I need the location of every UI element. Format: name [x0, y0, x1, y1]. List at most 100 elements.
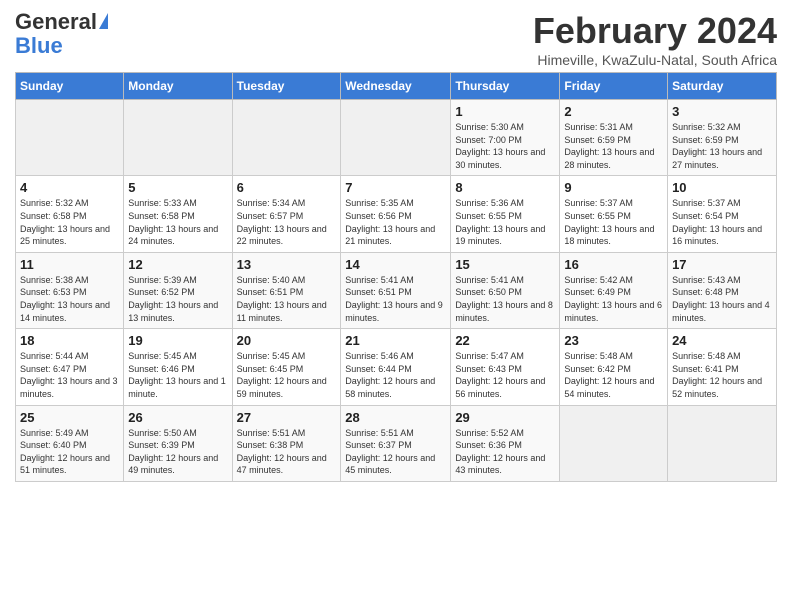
- logo: General Blue: [15, 10, 108, 58]
- calendar-cell: 19Sunrise: 5:45 AM Sunset: 6:46 PM Dayli…: [124, 329, 232, 405]
- calendar-cell: 27 Sunrise: 5:51 AM Sunset: 6:38 PM Dayli…: [232, 405, 341, 481]
- days-header-row: SundayMondayTuesdayWednesdayThursdayFrid…: [16, 73, 777, 100]
- day-info: Sunrise: 5:49 AM Sunset: 6:40 PM Dayligh…: [20, 427, 119, 477]
- day-info: Sunrise: 5:36 AM Sunset: 6:55 PM Dayligh…: [455, 197, 555, 247]
- day-header-wednesday: Wednesday: [341, 73, 451, 100]
- day-number: 9: [564, 180, 663, 195]
- calendar-cell: 12 Sunrise: 5:39 AM Sunset: 6:52 PM Dayli…: [124, 252, 232, 328]
- day-number: 29: [455, 410, 555, 425]
- header: General Blue February 2024 Himeville, Kw…: [15, 10, 777, 68]
- calendar-cell: 11 Sunrise: 5:38 AM Sunset: 6:53 PM Dayli…: [16, 252, 124, 328]
- calendar-cell: 6Sunrise: 5:34 AM Sunset: 6:57 PM Daylig…: [232, 176, 341, 252]
- day-header-monday: Monday: [124, 73, 232, 100]
- day-info: Sunrise: 5:32 AM Sunset: 6:58 PM Dayligh…: [20, 197, 119, 247]
- calendar-cell: [124, 100, 232, 176]
- calendar-cell: 25 Sunrise: 5:49 AM Sunset: 6:40 PM Dayli…: [16, 405, 124, 481]
- calendar-cell: 5Sunrise: 5:33 AM Sunset: 6:58 PM Daylig…: [124, 176, 232, 252]
- day-number: 27: [237, 410, 337, 425]
- day-info: Sunrise: 5:47 AM Sunset: 6:43 PM Dayligh…: [455, 350, 555, 400]
- day-info: Sunrise: 5:48 AM Sunset: 6:41 PM Dayligh…: [672, 350, 772, 400]
- calendar-cell: 21Sunrise: 5:46 AM Sunset: 6:44 PM Dayli…: [341, 329, 451, 405]
- day-info: Sunrise: 5:35 AM Sunset: 6:56 PM Dayligh…: [345, 197, 446, 247]
- calendar-cell: 13 Sunrise: 5:40 AM Sunset: 6:51 PM Dayli…: [232, 252, 341, 328]
- day-number: 20: [237, 333, 337, 348]
- calendar-cell: [668, 405, 777, 481]
- day-number: 15: [455, 257, 555, 272]
- calendar-cell: 20 Sunrise: 5:45 AM Sunset: 6:45 PM Dayli…: [232, 329, 341, 405]
- calendar-cell: 23 Sunrise: 5:48 AM Sunset: 6:42 PM Dayli…: [560, 329, 668, 405]
- logo-triangle-icon: [99, 13, 108, 29]
- calendar-cell: 15 Sunrise: 5:41 AM Sunset: 6:50 PM Dayli…: [451, 252, 560, 328]
- day-info: Sunrise: 5:37 AM Sunset: 6:55 PM Dayligh…: [564, 197, 663, 247]
- logo-blue-text: Blue: [15, 34, 63, 58]
- day-info: Sunrise: 5:30 AM Sunset: 7:00 PM Dayligh…: [455, 121, 555, 171]
- day-header-thursday: Thursday: [451, 73, 560, 100]
- week-row-1: 1Sunrise: 5:30 AM Sunset: 7:00 PM Daylig…: [16, 100, 777, 176]
- day-number: 4: [20, 180, 119, 195]
- day-info: Sunrise: 5:34 AM Sunset: 6:57 PM Dayligh…: [237, 197, 337, 247]
- calendar-cell: 22 Sunrise: 5:47 AM Sunset: 6:43 PM Dayli…: [451, 329, 560, 405]
- day-info: Sunrise: 5:45 AM Sunset: 6:45 PM Dayligh…: [237, 350, 337, 400]
- day-info: Sunrise: 5:45 AM Sunset: 6:46 PM Dayligh…: [128, 350, 227, 400]
- calendar-cell: 28Sunrise: 5:51 AM Sunset: 6:37 PM Dayli…: [341, 405, 451, 481]
- day-info: Sunrise: 5:41 AM Sunset: 6:51 PM Dayligh…: [345, 274, 446, 324]
- day-info: Sunrise: 5:48 AM Sunset: 6:42 PM Dayligh…: [564, 350, 663, 400]
- day-number: 23: [564, 333, 663, 348]
- location: Himeville, KwaZulu-Natal, South Africa: [533, 52, 777, 68]
- week-row-5: 25 Sunrise: 5:49 AM Sunset: 6:40 PM Dayli…: [16, 405, 777, 481]
- day-number: 10: [672, 180, 772, 195]
- day-info: Sunrise: 5:44 AM Sunset: 6:47 PM Dayligh…: [20, 350, 119, 400]
- calendar-cell: 18Sunrise: 5:44 AM Sunset: 6:47 PM Dayli…: [16, 329, 124, 405]
- week-row-3: 11 Sunrise: 5:38 AM Sunset: 6:53 PM Dayli…: [16, 252, 777, 328]
- day-number: 2: [564, 104, 663, 119]
- day-info: Sunrise: 5:52 AM Sunset: 6:36 PM Dayligh…: [455, 427, 555, 477]
- week-row-2: 4 Sunrise: 5:32 AM Sunset: 6:58 PM Daylig…: [16, 176, 777, 252]
- calendar-cell: 26 Sunrise: 5:50 AM Sunset: 6:39 PM Dayli…: [124, 405, 232, 481]
- calendar-cell: [232, 100, 341, 176]
- month-title: February 2024: [533, 10, 777, 52]
- calendar-cell: 10 Sunrise: 5:37 AM Sunset: 6:54 PM Dayli…: [668, 176, 777, 252]
- calendar-cell: 9 Sunrise: 5:37 AM Sunset: 6:55 PM Daylig…: [560, 176, 668, 252]
- calendar-cell: 8 Sunrise: 5:36 AM Sunset: 6:55 PM Daylig…: [451, 176, 560, 252]
- calendar-table: SundayMondayTuesdayWednesdayThursdayFrid…: [15, 72, 777, 482]
- day-header-tuesday: Tuesday: [232, 73, 341, 100]
- title-block: February 2024 Himeville, KwaZulu-Natal, …: [533, 10, 777, 68]
- day-number: 8: [455, 180, 555, 195]
- page-container: General Blue February 2024 Himeville, Kw…: [0, 0, 792, 492]
- day-info: Sunrise: 5:50 AM Sunset: 6:39 PM Dayligh…: [128, 427, 227, 477]
- calendar-cell: [16, 100, 124, 176]
- day-info: Sunrise: 5:31 AM Sunset: 6:59 PM Dayligh…: [564, 121, 663, 171]
- day-number: 25: [20, 410, 119, 425]
- day-number: 16: [564, 257, 663, 272]
- day-info: Sunrise: 5:41 AM Sunset: 6:50 PM Dayligh…: [455, 274, 555, 324]
- calendar-cell: 1Sunrise: 5:30 AM Sunset: 7:00 PM Daylig…: [451, 100, 560, 176]
- week-row-4: 18Sunrise: 5:44 AM Sunset: 6:47 PM Dayli…: [16, 329, 777, 405]
- day-info: Sunrise: 5:46 AM Sunset: 6:44 PM Dayligh…: [345, 350, 446, 400]
- day-info: Sunrise: 5:39 AM Sunset: 6:52 PM Dayligh…: [128, 274, 227, 324]
- calendar-cell: [341, 100, 451, 176]
- day-info: Sunrise: 5:32 AM Sunset: 6:59 PM Dayligh…: [672, 121, 772, 171]
- calendar-cell: [560, 405, 668, 481]
- day-info: Sunrise: 5:51 AM Sunset: 6:37 PM Dayligh…: [345, 427, 446, 477]
- day-number: 13: [237, 257, 337, 272]
- day-info: Sunrise: 5:38 AM Sunset: 6:53 PM Dayligh…: [20, 274, 119, 324]
- calendar-cell: 4 Sunrise: 5:32 AM Sunset: 6:58 PM Daylig…: [16, 176, 124, 252]
- calendar-cell: 3Sunrise: 5:32 AM Sunset: 6:59 PM Daylig…: [668, 100, 777, 176]
- day-info: Sunrise: 5:42 AM Sunset: 6:49 PM Dayligh…: [564, 274, 663, 324]
- calendar-cell: 7Sunrise: 5:35 AM Sunset: 6:56 PM Daylig…: [341, 176, 451, 252]
- calendar-cell: 14 Sunrise: 5:41 AM Sunset: 6:51 PM Dayli…: [341, 252, 451, 328]
- day-info: Sunrise: 5:51 AM Sunset: 6:38 PM Dayligh…: [237, 427, 337, 477]
- day-number: 17: [672, 257, 772, 272]
- day-info: Sunrise: 5:40 AM Sunset: 6:51 PM Dayligh…: [237, 274, 337, 324]
- day-number: 5: [128, 180, 227, 195]
- day-number: 14: [345, 257, 446, 272]
- day-header-saturday: Saturday: [668, 73, 777, 100]
- day-info: Sunrise: 5:37 AM Sunset: 6:54 PM Dayligh…: [672, 197, 772, 247]
- day-number: 22: [455, 333, 555, 348]
- calendar-cell: 2 Sunrise: 5:31 AM Sunset: 6:59 PM Daylig…: [560, 100, 668, 176]
- day-number: 12: [128, 257, 227, 272]
- day-number: 11: [20, 257, 119, 272]
- calendar-cell: 24Sunrise: 5:48 AM Sunset: 6:41 PM Dayli…: [668, 329, 777, 405]
- day-number: 26: [128, 410, 227, 425]
- calendar-cell: 29 Sunrise: 5:52 AM Sunset: 6:36 PM Dayli…: [451, 405, 560, 481]
